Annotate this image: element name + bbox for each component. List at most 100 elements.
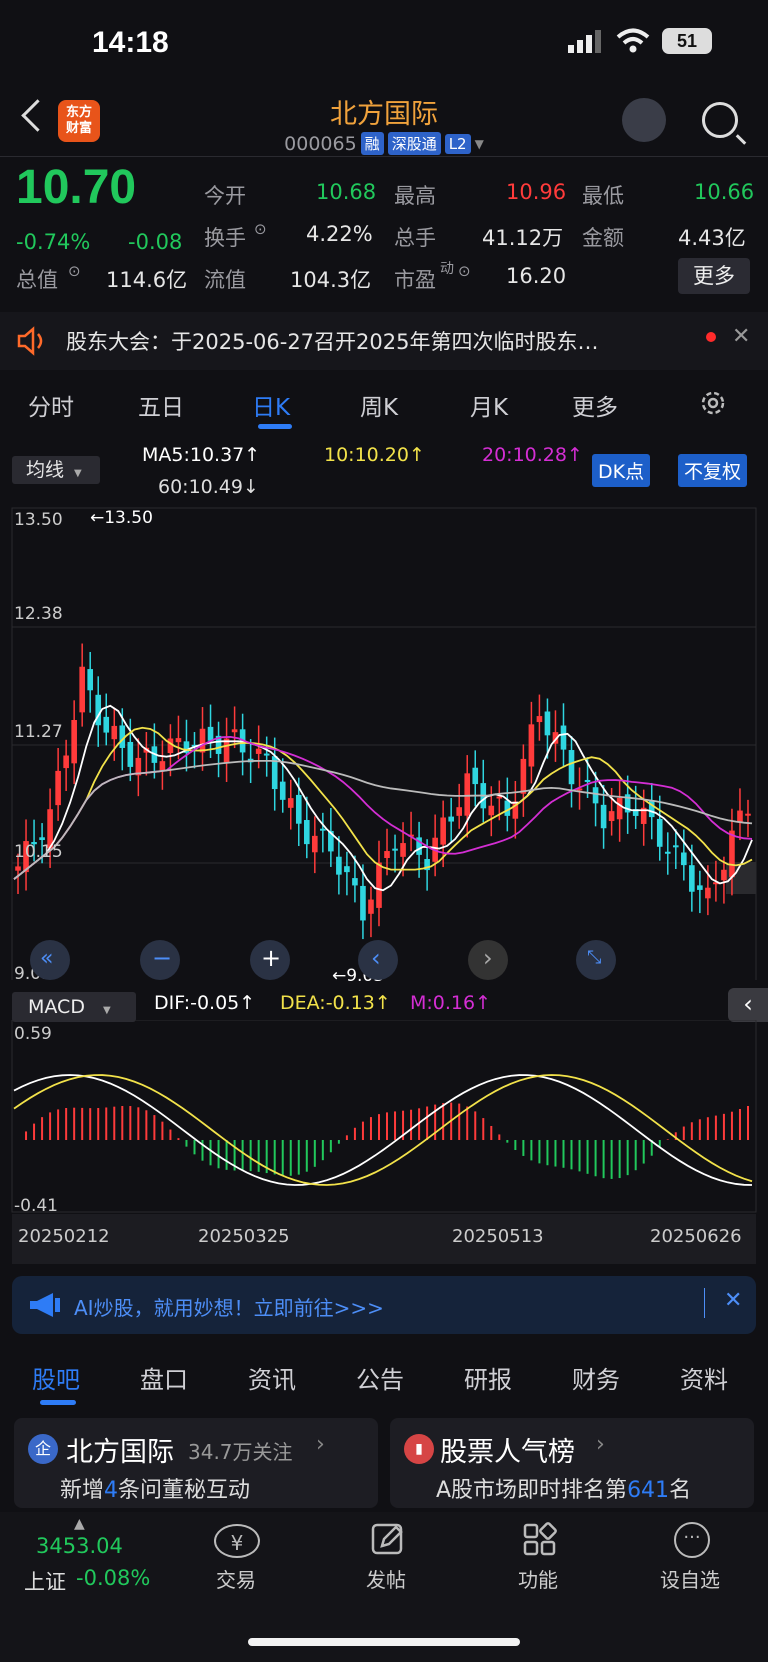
candle-body	[729, 830, 735, 878]
candle-body	[175, 738, 182, 743]
stock-bar-card[interactable]: 企 北方国际 34.7万关注 › 新增4条问董秘互动	[14, 1418, 378, 1508]
up-arrow-icon: ▲	[74, 1516, 85, 1532]
index-change[interactable]: -0.08%	[76, 1566, 150, 1590]
notice-bar[interactable]: 股东大会：于2025-06-27召开2025年第四次临时股东… ✕	[0, 312, 768, 370]
date-tick: 20250325	[198, 1226, 290, 1247]
apps-grid-icon[interactable]	[522, 1522, 558, 1558]
candle-body	[231, 729, 238, 733]
dk-point-button[interactable]: DK点	[592, 454, 651, 487]
candle-body	[592, 787, 599, 804]
indicator-select[interactable]: 均线 ▼	[12, 456, 100, 484]
info-icon[interactable]: ⊙	[68, 262, 81, 280]
scroll-left-button[interactable]: ‹	[358, 940, 398, 980]
popularity-card[interactable]: ▮ 股票人气榜 › A股市场即时排名第641名	[390, 1418, 754, 1508]
tab-profile[interactable]: 资料	[680, 1360, 728, 1395]
tab-pankou[interactable]: 盘口	[140, 1360, 188, 1395]
zoom-out-button[interactable]: −	[140, 940, 180, 980]
notice-text: 股东大会：于2025-06-27召开2025年第四次临时股东…	[66, 330, 599, 354]
kline-chart[interactable]	[0, 500, 768, 980]
more-quote-button[interactable]: 更多	[678, 258, 750, 294]
tab-monthly-k[interactable]: 月K	[470, 388, 508, 422]
candle-body	[384, 851, 390, 859]
assistant-robot-icon[interactable]	[622, 98, 666, 142]
divider	[704, 1288, 705, 1318]
candle-body	[705, 887, 711, 899]
index-name[interactable]: 上证	[24, 1566, 66, 1596]
chevron-down-icon[interactable]: ▼	[475, 137, 484, 151]
date-tick: 20250626	[650, 1226, 742, 1247]
candle-body	[63, 755, 69, 769]
nav-trade[interactable]: 交易	[216, 1564, 256, 1593]
wifi-icon	[616, 28, 650, 53]
candle-body	[544, 711, 551, 736]
card-title: 北方国际	[66, 1437, 174, 1468]
candle-body	[681, 852, 687, 866]
date-tick: 20250212	[18, 1226, 110, 1247]
y-axis-max: 13.50	[14, 510, 63, 530]
zoom-in-button[interactable]: +	[250, 940, 290, 980]
volume-label: 总手	[394, 226, 436, 250]
nav-post[interactable]: 发帖	[366, 1564, 406, 1593]
candle-body	[287, 798, 294, 808]
candle-body	[568, 750, 575, 785]
scroll-left-fast-button[interactable]: «	[30, 940, 70, 980]
collapse-panel-button[interactable]: ‹	[728, 988, 768, 1022]
date-axis	[12, 1214, 756, 1264]
candle-body	[721, 869, 727, 881]
candle-body	[352, 878, 358, 886]
tab-daily-k[interactable]: 日K	[252, 388, 290, 422]
ma60-value: 60:10.49↓	[158, 476, 259, 498]
tab-research[interactable]: 研报	[464, 1360, 512, 1395]
candle-body	[368, 899, 374, 914]
active-tab-indicator	[40, 1400, 76, 1405]
tab-more[interactable]: 更多	[572, 388, 618, 422]
settings-gear-icon[interactable]	[698, 388, 728, 418]
date-tick: 20250513	[452, 1226, 544, 1247]
fullscreen-button[interactable]: ⤡	[576, 940, 616, 980]
info-icon[interactable]: ⊙	[458, 262, 471, 280]
candle-body	[263, 753, 270, 756]
tab-intraday[interactable]: 分时	[28, 388, 74, 422]
candle-body	[55, 770, 61, 806]
tag-margin: 融	[360, 132, 384, 155]
macd-select[interactable]: MACD ▼	[12, 992, 136, 1022]
tab-five-day[interactable]: 五日	[138, 388, 184, 422]
ai-banner[interactable]: AI炒股，就用妙想！立即前往>>> ✕	[12, 1276, 756, 1334]
float-value: 104.3亿	[290, 268, 372, 292]
pe-label: 市盈	[394, 268, 436, 292]
active-tab-indicator	[258, 424, 292, 429]
nav-functions[interactable]: 功能	[518, 1564, 558, 1593]
scroll-right-button[interactable]: ›	[468, 940, 508, 980]
m-value: M:0.16↑	[410, 992, 492, 1014]
ma5-value: MA5:10.37↑	[142, 444, 261, 466]
no-adjust-button[interactable]: 不复权	[678, 454, 748, 487]
candle-body	[303, 820, 310, 845]
card-subtitle: A股市场即时排名第641名	[436, 1478, 692, 1503]
candle-body	[344, 866, 350, 873]
close-icon[interactable]: ✕	[732, 324, 750, 349]
yuan-cycle-icon[interactable]: ¥	[214, 1524, 260, 1558]
tab-weekly-k[interactable]: 周K	[360, 388, 398, 422]
low-label: 最低	[582, 184, 624, 208]
candle-body	[400, 843, 406, 857]
megaphone-icon	[30, 1293, 60, 1317]
tab-guba[interactable]: 股吧	[32, 1360, 80, 1395]
index-value[interactable]: 3453.04	[36, 1534, 123, 1558]
tab-finance[interactable]: 财务	[572, 1360, 620, 1395]
more-dots-icon[interactable]: ···	[674, 1522, 710, 1558]
search-icon[interactable]	[702, 102, 738, 138]
nav-add-watchlist[interactable]: 设自选	[660, 1564, 720, 1593]
tab-announcements[interactable]: 公告	[356, 1360, 404, 1395]
close-icon[interactable]: ✕	[724, 1288, 742, 1313]
chevron-right-icon: ›	[316, 1432, 325, 1457]
status-time: 14:18	[92, 26, 169, 59]
unread-dot	[706, 332, 716, 342]
info-icon[interactable]: ⊙	[254, 220, 267, 238]
edit-post-icon[interactable]	[370, 1522, 406, 1558]
macd-y-min: -0.41	[14, 1196, 58, 1216]
candle-body	[159, 761, 166, 771]
tab-news[interactable]: 资讯	[248, 1360, 296, 1395]
candle-body	[87, 669, 94, 691]
follow-count: 34.7万关注	[188, 1440, 293, 1464]
macd-chart[interactable]	[0, 1020, 768, 1214]
